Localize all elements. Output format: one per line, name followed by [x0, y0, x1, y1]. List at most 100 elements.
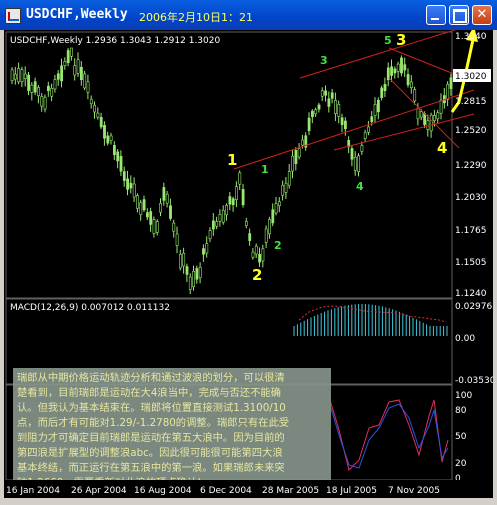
candle-body [446, 84, 450, 100]
candle-body [363, 132, 367, 139]
candle-body [162, 187, 166, 201]
time-tick: 18 Jul 2005 [326, 486, 377, 496]
minimize-button[interactable] [426, 5, 446, 25]
candle-body [73, 65, 77, 76]
title-bar[interactable]: USDCHF,Weekly 2006年2月10日1：21 ✕ [0, 0, 497, 30]
candle-body [30, 84, 34, 93]
candle-body [436, 112, 440, 120]
candle-body [208, 230, 212, 240]
candle-body [400, 57, 403, 74]
note-line: 第四浪是扩展型的调整浪abc。因此很可能很可能第四大浪 [17, 447, 283, 459]
candle-body [198, 267, 202, 278]
candle-body [423, 113, 427, 125]
candle-body [20, 69, 24, 83]
stoch-tick: 100 [455, 391, 472, 401]
candle-body [343, 120, 347, 130]
candle-body [307, 117, 311, 132]
candle-body [370, 116, 374, 123]
time-axis: 16 Jan 2004 26 Apr 2004 16 Aug 2004 6 De… [4, 480, 493, 498]
candle-body [53, 79, 57, 90]
candle-body [99, 116, 103, 128]
candle-body [264, 228, 268, 243]
candle-body [66, 50, 70, 63]
candle-body [390, 66, 394, 76]
candle-body [17, 68, 21, 83]
candle-body [37, 87, 40, 97]
status-strip [0, 498, 497, 505]
candle-body [33, 81, 37, 93]
candle-body [314, 109, 318, 115]
candle-body [83, 73, 87, 89]
chart-area[interactable]: USDCHF,Weekly 1.2936 1.3043 1.2912 1.302… [4, 23, 496, 500]
candle-body [228, 196, 232, 205]
time-tick: 16 Jan 2004 [6, 486, 60, 496]
candle-body [327, 98, 331, 107]
candle-body [14, 73, 17, 80]
candle-body [350, 148, 354, 160]
note-line: 点，而后才有可能对1.29/-1.2780的调整。瑞郎只有在此受 [17, 417, 290, 429]
candle-body [258, 254, 262, 263]
candle-body [56, 73, 60, 80]
candle-body [212, 220, 215, 230]
maximize-button[interactable] [449, 5, 469, 25]
candle-body [76, 59, 80, 74]
candle-body [429, 114, 433, 132]
time-tick: 6 Dec 2004 [200, 486, 252, 496]
candle-body [218, 214, 222, 222]
candle-body [297, 148, 301, 158]
candle-body [353, 156, 357, 171]
candle-body [80, 66, 83, 80]
channel-mid-line [333, 113, 475, 151]
candle-body [159, 203, 163, 213]
candle-body [235, 186, 238, 200]
candle-body [449, 77, 453, 89]
candle-body [274, 203, 278, 214]
candle-body [129, 182, 133, 189]
candle-body [63, 61, 67, 66]
candle-body [284, 182, 288, 193]
price-tick: 1.2815 [455, 97, 487, 107]
candle-body [149, 211, 153, 225]
time-tick: 26 Apr 2004 [71, 486, 127, 496]
candle-body [383, 84, 387, 92]
price-tick: 1.2030 [455, 193, 487, 203]
candle-body [10, 69, 14, 81]
candle-body [393, 68, 397, 74]
candle-body [152, 219, 156, 234]
candle-body [287, 171, 291, 186]
candle-body [376, 99, 380, 113]
close-button[interactable]: ✕ [472, 5, 492, 25]
candle-body [248, 233, 252, 241]
stoch-axis: 100 80 50 20 0 [455, 391, 472, 484]
price-axis: 1.3340 1.3020 1.2815 1.2520 1.2290 1.203… [453, 32, 491, 299]
candle-body [271, 209, 275, 224]
macd-axis: 0.02976 0.00 -0.03530 [455, 302, 496, 386]
macd-tick: 0.00 [455, 334, 475, 344]
wave-label-green-2: 2 [274, 239, 282, 252]
wave-labels: 1 2 3 4 1 2 3 4 5 [227, 31, 447, 284]
candle-body [175, 233, 179, 246]
candle-body [93, 104, 97, 113]
candle-body [202, 248, 205, 255]
title-timestamp: 2006年2月10日1：21 [139, 11, 253, 24]
window-title: USDCHF,Weekly [26, 7, 128, 22]
candle-body [245, 221, 248, 226]
macd-tick: -0.03530 [455, 376, 493, 386]
candle-body [103, 125, 106, 139]
wave-label-green-4: 4 [356, 180, 364, 193]
note-line: 认。但我认为基本结束在。瑞郎将位置直接测试1.3100/10 [17, 402, 286, 414]
candle-body [142, 199, 146, 211]
stoch-tick: 50 [455, 432, 467, 442]
candle-body [89, 98, 93, 105]
candle-body [195, 268, 199, 280]
candle-body [86, 81, 90, 93]
candle-body [113, 145, 116, 155]
candle-body [231, 198, 235, 206]
candle-body [268, 219, 271, 235]
candle-body [241, 189, 245, 206]
candle-body [334, 100, 337, 114]
candle-body [188, 276, 192, 290]
macd-panel-header: MACD(12,26,9) 0.007012 0.011132 [10, 303, 170, 313]
candle-body [215, 221, 219, 227]
candle-body [373, 104, 377, 116]
